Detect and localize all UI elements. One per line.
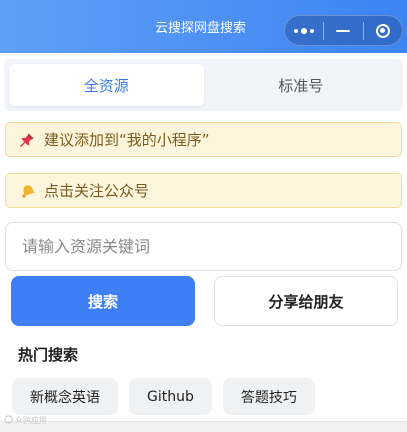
bottom-strip <box>0 421 407 432</box>
hot-search-list: 新概念英语 Github 答题技巧 <box>12 378 315 415</box>
close-target-icon <box>375 23 390 38</box>
tab-all-resources[interactable]: 全资源 <box>9 64 204 106</box>
more-button[interactable] <box>285 16 323 45</box>
share-to-friend-button[interactable]: 分享给朋友 <box>214 276 398 326</box>
tab-standard-number[interactable]: 标准号 <box>204 64 399 106</box>
resource-tabs: 全资源 标准号 <box>4 59 403 111</box>
follow-official-account-banner[interactable]: 点击关注公众号 <box>5 173 402 208</box>
minimize-button[interactable] <box>324 16 362 45</box>
search-input[interactable] <box>5 222 402 271</box>
pushpin-icon <box>18 131 36 149</box>
minimize-icon <box>336 29 351 32</box>
watermark: 众鸥应用 <box>4 415 47 426</box>
watermark-logo-icon <box>4 415 13 426</box>
watermark-text: 众鸥应用 <box>15 416 47 425</box>
bell-icon <box>18 182 36 200</box>
follow-official-account-text: 点击关注公众号 <box>44 182 150 200</box>
add-mini-program-text: 建议添加到“我的小程序” <box>44 131 210 149</box>
add-mini-program-banner[interactable]: 建议添加到“我的小程序” <box>5 122 402 157</box>
hot-search-heading: 热门搜索 <box>18 346 79 364</box>
hot-search-chip[interactable]: 答题技巧 <box>222 378 315 415</box>
more-dots-icon <box>294 27 315 34</box>
hot-search-chip[interactable]: Github <box>129 378 212 415</box>
navigation-bar: 云搜探网盘搜索 <box>0 0 407 53</box>
hot-search-chip[interactable]: 新概念英语 <box>12 378 118 415</box>
search-button[interactable]: 搜索 <box>11 276 195 326</box>
capsule-menu <box>284 15 403 46</box>
close-button[interactable] <box>364 16 402 45</box>
page-title: 云搜探网盘搜索 <box>154 21 246 36</box>
